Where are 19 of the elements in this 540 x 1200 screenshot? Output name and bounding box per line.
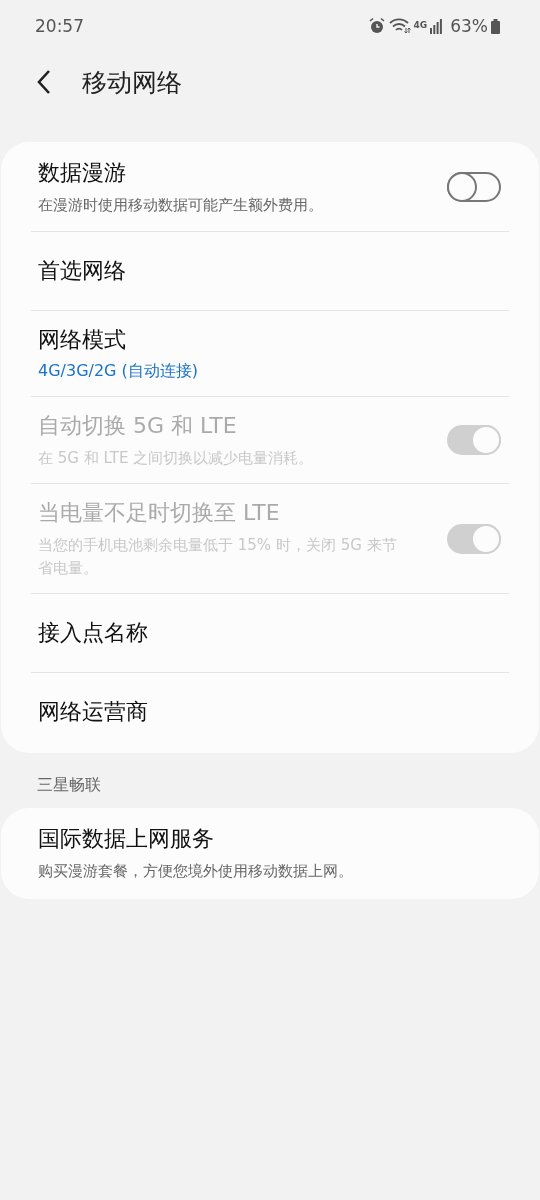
setting-title[interactable]: 国际数据上网服务 [38, 824, 501, 854]
setting-title[interactable]: 网络运营商 [38, 697, 501, 727]
wifi-icon [388, 18, 411, 34]
setting-value: 4G/3G/2G (自动连接) [38, 360, 200, 382]
section-header: 三星畅联 [36, 774, 102, 796]
page-title: 移动网络 [82, 66, 182, 99]
network-type: 4G [413, 20, 428, 30]
setting-description: 在漫游时使用移动数据可能产生额外费用。 [38, 195, 324, 216]
setting-title[interactable]: 网络模式 [38, 324, 501, 355]
setting-title[interactable]: 数据漫游 [38, 158, 447, 188]
battery-icon [491, 18, 500, 34]
setting-description: 购买漫游套餐，方便您境外使用移动数据上网。 [38, 861, 354, 882]
alarm-icon [367, 17, 386, 35]
setting-title[interactable]: 接入点名称 [38, 618, 501, 648]
battery-percent: 63% [450, 16, 488, 36]
signal-icon [430, 18, 443, 34]
clock: 20:57 [35, 16, 84, 36]
toggle-switch[interactable] [447, 172, 501, 203]
setting-title[interactable]: 首选网络 [38, 255, 501, 286]
